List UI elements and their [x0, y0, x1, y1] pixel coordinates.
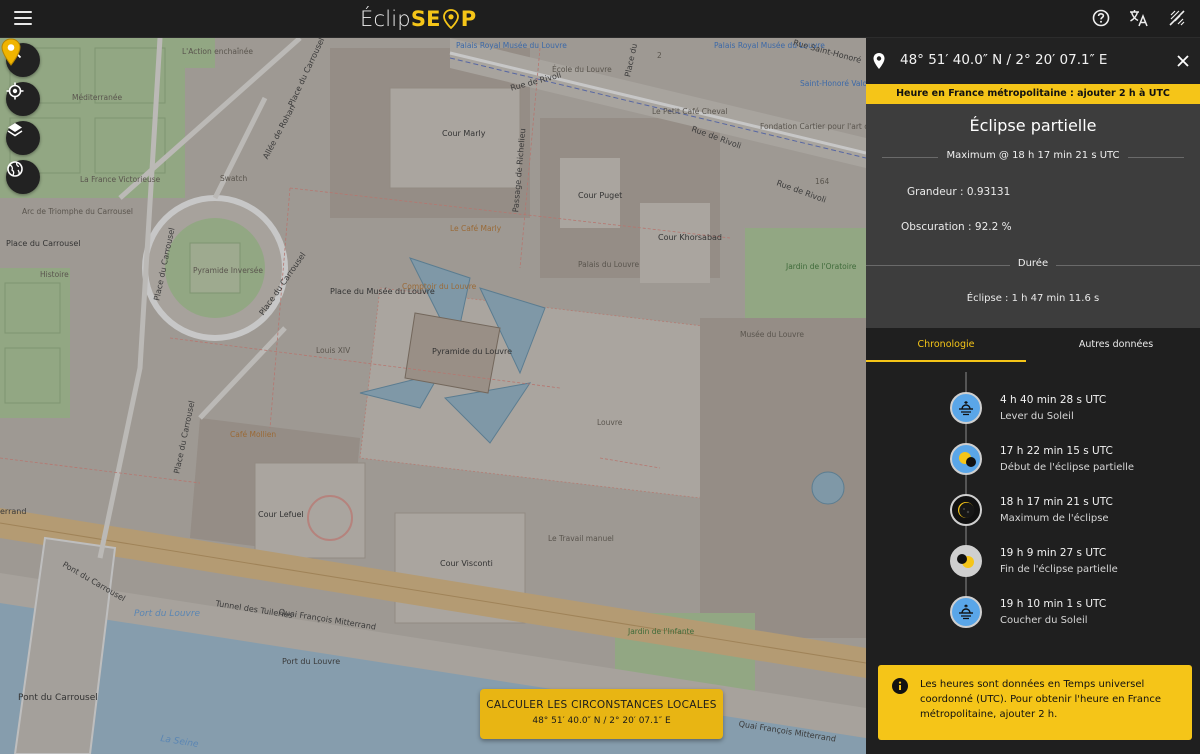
map-label-louis-xiv: Louis XIV	[316, 346, 351, 355]
map-label-fondation: Fondation Cartier pour l'art contemporai…	[760, 122, 866, 131]
obscuration-value: Obscuration : 92.2 %	[901, 221, 1012, 233]
location-marker-icon[interactable]	[0, 38, 22, 66]
panel-coordinates: 48° 51′ 40.0″ N / 2° 20′ 07.1″ E	[900, 52, 1108, 68]
eclipse-start-icon	[950, 443, 982, 475]
calculate-local-circumstances-button[interactable]: CALCULER LES CIRCONSTANCES LOCALES 48° 5…	[480, 689, 723, 739]
duration-heading-row: Durée	[866, 258, 1200, 272]
map-label-petit-cafe: Le Petit Café Cheval	[652, 107, 728, 116]
duration-heading: Durée	[1009, 258, 1057, 269]
layers-icon	[7, 123, 23, 137]
map-view[interactable]: Palais Royal Musée du Louvre Palais Roya…	[0, 38, 866, 754]
map-label-pyramide: Pyramide du Louvre	[432, 347, 513, 356]
top-bar: Éclip SE P	[0, 0, 1200, 38]
timeline-desc: Début de l'éclipse partielle	[1000, 462, 1135, 473]
app-logo[interactable]: Éclip SE P	[360, 4, 476, 34]
timeline-time: 17 h 22 min 15 s UTC	[1000, 445, 1113, 457]
map-label-port-louvre: Port du Louvre	[134, 609, 201, 619]
eclipse-type-title: Éclipse partielle	[969, 116, 1097, 135]
map-label-mediterranee: Méditerranée	[72, 93, 123, 102]
maximum-row: Maximum @ 18 h 17 min 21 s UTC	[866, 150, 1200, 164]
map-label-place-carrousel: Place du Carrousel	[6, 239, 81, 248]
help-icon[interactable]	[1090, 7, 1112, 29]
map-label-port-louvre-2: Port du Louvre	[282, 657, 341, 666]
map-label-action: L'Action enchaînée	[182, 47, 254, 56]
globe-icon	[7, 161, 23, 177]
panel-tabs: Chronologie Autres données	[866, 328, 1200, 362]
timeline-desc: Lever du Soleil	[1000, 411, 1074, 422]
info-icon	[892, 678, 908, 694]
sunset-icon	[950, 596, 982, 628]
map-label-2: 2	[657, 51, 662, 60]
tab-chronologie[interactable]: Chronologie	[866, 328, 1026, 362]
map-locate-button[interactable]	[6, 82, 40, 116]
timeline-time: 18 h 17 min 21 s UTC	[1000, 496, 1113, 508]
map-label-histoire: Histoire	[40, 270, 69, 279]
map-label-cafe-marly: Le Café Marly	[450, 224, 502, 233]
map-label-musee-louvre: Musée du Louvre	[740, 330, 805, 339]
timeline-item: 19 h 10 min 1 s UTC Coucher du Soleil	[950, 594, 1200, 632]
utc-info-note: Les heures sont données en Temps univers…	[878, 665, 1192, 740]
timeline-time: 19 h 9 min 27 s UTC	[1000, 547, 1107, 559]
timeline-item: 4 h 40 min 28 s UTC Lever du Soleil	[950, 390, 1200, 428]
map-label-louvre: Louvre	[597, 418, 623, 427]
map-label-palais-louvre: Palais du Louvre	[578, 260, 640, 269]
timeline-desc: Coucher du Soleil	[1000, 615, 1088, 626]
timeline-desc: Fin de l'éclipse partielle	[1000, 564, 1118, 575]
map-label-arc-triomphe: Arc de Triomphe du Carrousel	[22, 207, 133, 216]
street-errand: errand	[0, 507, 27, 516]
timeline-time: 4 h 40 min 28 s UTC	[1000, 394, 1107, 406]
logo-text-left: Éclip	[360, 7, 411, 31]
calculate-button-title: CALCULER LES CIRCONSTANCES LOCALES	[486, 699, 717, 711]
timeline-item: 18 h 17 min 21 s UTC Maximum de l'éclips…	[950, 492, 1200, 530]
logo-text-end: P	[460, 7, 477, 31]
map-label-saint-honore: Saint-Honoré Valois	[800, 79, 866, 88]
map-label-cafe-mollien: Café Mollien	[230, 430, 277, 439]
timeline-desc: Maximum de l'éclipse	[1000, 513, 1109, 524]
map-label-cour-khorsabad: Cour Khorsabad	[658, 233, 723, 242]
eclipse-timeline: 4 h 40 min 28 s UTC Lever du Soleil 17 h…	[866, 362, 1200, 662]
logo-text-right: SE	[410, 7, 441, 31]
calculate-button-coords: 48° 51′ 40.0″ N / 2° 20′ 07.1″ E	[532, 716, 671, 726]
timeline-time: 19 h 10 min 1 s UTC	[1000, 598, 1107, 610]
map-label-jardin-oratoire: Jardin de l'Oratoire	[786, 262, 857, 271]
timeline-item: 17 h 22 min 15 s UTC Début de l'éclipse …	[950, 441, 1200, 479]
eclipse-end-icon	[950, 545, 982, 577]
translate-icon[interactable]	[1128, 7, 1150, 29]
coordinates-header: 48° 51′ 40.0″ N / 2° 20′ 07.1″ E	[866, 38, 1200, 84]
map-label-palais-royal: Palais Royal Musée du Louvre	[456, 41, 567, 50]
sunrise-icon	[950, 392, 982, 424]
timeline-item: 19 h 9 min 27 s UTC Fin de l'éclipse par…	[950, 543, 1200, 581]
close-icon[interactable]	[1176, 54, 1190, 68]
tab-autres-donnees[interactable]: Autres données	[1036, 328, 1196, 362]
map-label-cour-lefuel: Cour Lefuel	[258, 510, 304, 519]
shadow-toggle-icon[interactable]	[1166, 7, 1188, 29]
map-label-cour-visconti: Cour Visconti	[440, 559, 493, 568]
map-layers-button[interactable]	[6, 121, 40, 155]
map-label-ecole: École du Louvre	[552, 65, 612, 74]
map-label-cour-marly: Cour Marly	[442, 129, 486, 138]
eclipse-maximum-icon	[950, 494, 982, 526]
location-pin-icon	[873, 53, 885, 69]
map-label-swatch: Swatch	[220, 174, 248, 183]
map-label-jardin-infante: Jardin de l'Infante	[628, 627, 695, 636]
menu-icon[interactable]	[14, 11, 32, 25]
map-label-la-france: La France Victorieuse	[80, 175, 161, 184]
map-label-pont-carrousel: Pont du Carrousel	[18, 693, 98, 703]
eclipse-info-panel: 48° 51′ 40.0″ N / 2° 20′ 07.1″ E Heure e…	[866, 38, 1200, 754]
eclipse-summary: Éclipse partielle Maximum @ 18 h 17 min …	[866, 104, 1200, 328]
map-label-164: 164	[815, 177, 830, 186]
grandeur-value: Grandeur : 0.93131	[907, 186, 1011, 198]
logo-pin-icon	[442, 9, 459, 29]
crosshair-icon	[6, 82, 24, 100]
map-globe-button[interactable]	[6, 160, 40, 194]
eclipse-duration: Éclipse : 1 h 47 min 11.6 s	[966, 293, 1100, 304]
map-label-le-travail: Le Travail manuel	[548, 534, 614, 543]
timezone-banner: Heure en France métropolitaine : ajouter…	[866, 84, 1200, 104]
map-label-cour-puget: Cour Puget	[578, 191, 623, 200]
map-label-pyramide-inversee: Pyramide Inversée	[193, 266, 264, 275]
utc-info-text: Les heures sont données en Temps univers…	[920, 679, 1161, 720]
maximum-time: Maximum @ 18 h 17 min 21 s UTC	[938, 150, 1128, 161]
map-label-comptoir: Comptoir du Louvre	[402, 282, 477, 291]
